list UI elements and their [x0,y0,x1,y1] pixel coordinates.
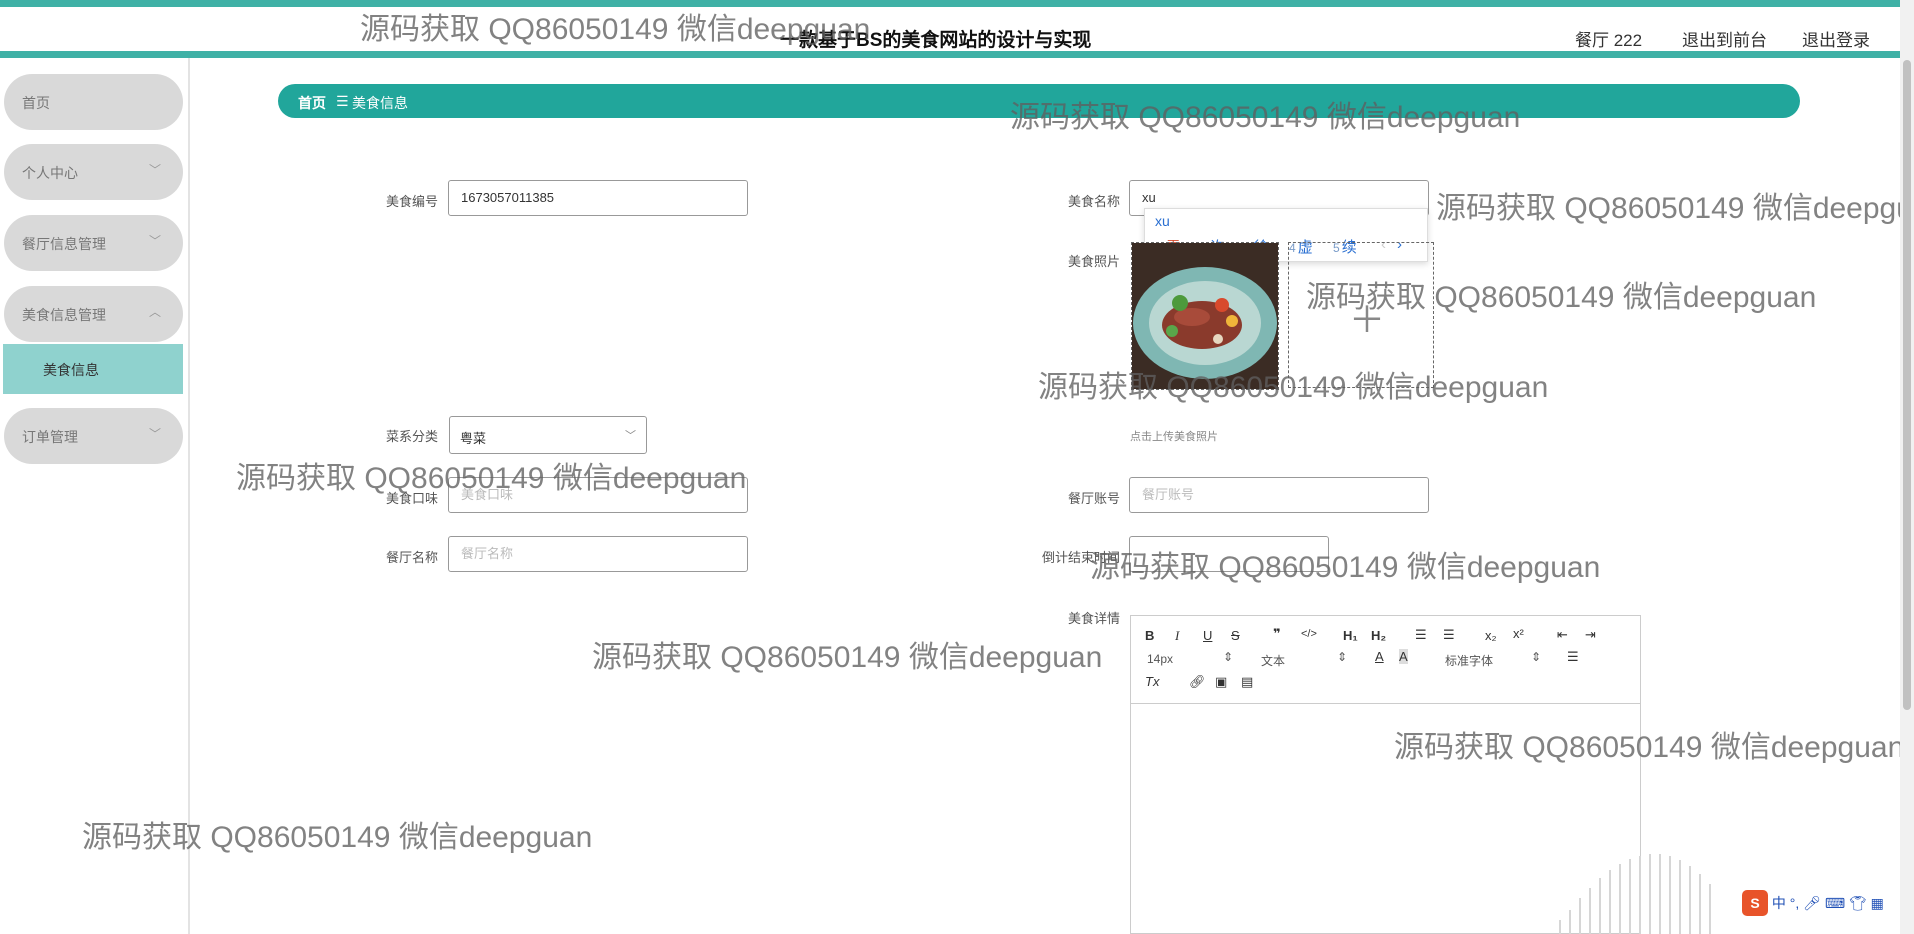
breadcrumb-current: 美食信息 [352,95,408,111]
code-icon[interactable]: </> [1301,628,1317,640]
sogou-logo-icon[interactable]: S [1742,890,1768,916]
font-family-select[interactable]: 标准字体 [1445,652,1493,669]
heading2-icon[interactable]: H₂ [1371,628,1386,643]
header: 一款基于BS的美食网站的设计与实现 餐厅 222 退出到前台 退出登录 [0,7,1914,51]
restaurant-name-input[interactable]: 餐厅名称 [448,536,748,572]
superscript-icon[interactable]: x² [1513,626,1524,641]
account-label: 餐厅账号 [1067,491,1120,506]
background-color-icon[interactable]: A [1399,649,1408,664]
heading1-icon[interactable]: H₁ [1343,628,1358,643]
restaurant-name-label: 餐厅名称 [385,550,438,565]
strikethrough-icon[interactable]: S [1231,628,1240,643]
scrollbar[interactable] [1900,0,1914,934]
chevron-updown-icon: ⇕ [1337,650,1348,664]
outdent-icon[interactable]: ⇤ [1557,627,1568,643]
watermark: 源码获取 QQ86050149 微信deepguan [1394,731,1905,764]
category-label: 菜系分类 [385,429,438,444]
sidebar-item-food[interactable]: 美食信息管理 ︿ [4,286,183,342]
scrollbar-thumb[interactable] [1903,60,1911,710]
watermark: 源码获取 QQ86050149 微信deepguan [1306,281,1817,314]
sidebar-subitem-label: 美食信息 [43,362,99,378]
underline-icon[interactable]: U [1203,628,1212,643]
sidebar-item-restaurant[interactable]: 餐厅信息管理 ﹀ [4,215,183,271]
sidebar-item-label: 订单管理 [22,429,78,445]
photo-label: 美食照片 [1067,254,1120,269]
breadcrumb-separator-icon: ☰ [336,93,349,109]
editor-toolbar: B I U S ❞ </> H₁ H₂ ☰ ☰ x₂ x² ⇤ ⇥ 14px ⇕… [1131,616,1640,704]
category-select[interactable]: 粤菜 ﹀ [449,416,647,454]
quote-icon[interactable]: ❞ [1273,626,1281,642]
bold-icon[interactable]: B [1145,628,1154,643]
current-user: 餐厅 222 [1575,31,1643,50]
punctuation-icon[interactable]: °, [1790,895,1800,911]
back-to-front-link[interactable]: 退出到前台 [1682,26,1767,51]
ime-composition: xu [1155,213,1170,229]
sidebar-item-label: 首页 [22,95,50,111]
microphone-icon[interactable]: 🎤︎ [1803,895,1821,911]
category-value: 粤菜 [460,431,487,446]
clear-format-icon[interactable]: Tx [1145,674,1159,689]
ordered-list-icon[interactable]: ☰ [1415,627,1427,643]
photo-upload-hint: 点击上传美食照片 [1130,431,1218,443]
text-color-icon[interactable]: A [1375,649,1384,664]
watermark: 源码获取 QQ86050149 微信deepguan [1010,101,1521,134]
chevron-down-icon: ﹀ [625,430,636,442]
code-input[interactable]: 1673057011385 [448,180,748,216]
sidebar-item-label: 个人中心 [22,165,78,181]
watermark: 源码获取 QQ86050149 微信deepguan [1038,371,1549,404]
subscript-icon[interactable]: x₂ [1485,628,1497,643]
account-input[interactable]: 餐厅账号 [1129,477,1429,513]
sidebar-item-label: 餐厅信息管理 [22,236,106,252]
font-size-select[interactable]: 14px [1147,652,1173,666]
sidebar-item-orders[interactable]: 订单管理 ﹀ [4,408,183,464]
ime-language[interactable]: 中 [1772,895,1786,911]
sidebar: 首页 个人中心 ﹀ 餐厅信息管理 ﹀ 美食信息管理 ︿ 美食信息 订单管理 ﹀ [0,58,190,934]
indent-icon[interactable]: ⇥ [1585,627,1596,643]
name-label: 美食名称 [1067,194,1120,209]
breadcrumb-home[interactable]: 首页 [298,93,326,113]
chevron-updown-icon: ⇕ [1223,650,1234,664]
chevron-updown-icon: ⇕ [1531,650,1542,664]
chevron-down-icon: ﹀ [148,163,161,177]
link-icon[interactable]: 🔗︎ [1189,674,1206,690]
watermark: 源码获取 QQ86050149 微信deepguan [236,462,747,495]
watermark: 源码获取 QQ86050149 微信deepguan [1090,551,1601,584]
bullet-list-icon[interactable]: ☰ [1443,627,1455,643]
code-label: 美食编号 [385,194,438,209]
chevron-down-icon: ﹀ [148,234,161,248]
watermark: 源码获取 QQ86050149 微信deepguan [360,13,871,46]
top-stripe [0,0,1914,7]
sidebar-item-personal[interactable]: 个人中心 ﹀ [4,144,183,200]
chevron-up-icon: ︿ [148,305,161,319]
format-select[interactable]: 文本 [1261,652,1285,669]
watermark: 源码获取 QQ86050149 微信deepguan [82,821,593,854]
ime-toolbar: S 中 °, 🎤︎ ⌨ 👕︎ ▦ [1742,890,1884,916]
image-icon[interactable]: ▣ [1215,674,1227,690]
skin-icon[interactable]: 👕︎ [1849,895,1867,911]
chevron-down-icon: ﹀ [148,427,161,441]
watermark: 源码获取 QQ86050149 微信deepguan [592,641,1103,674]
video-icon[interactable]: ▤ [1241,674,1253,690]
header-divider [0,51,1914,58]
sidebar-subitem-food-info[interactable]: 美食信息 [3,344,183,394]
watermark: 源码获取 QQ86050149 微信deepguan [1436,192,1914,225]
decorative-lines [1559,854,1711,934]
keyboard-icon[interactable]: ⌨ [1825,895,1845,911]
align-icon[interactable]: ☰ [1567,649,1579,665]
sidebar-item-label: 美食信息管理 [22,307,106,323]
italic-icon[interactable]: I [1175,628,1179,644]
detail-label: 美食详情 [1067,611,1120,626]
logout-link[interactable]: 退出登录 [1802,26,1870,51]
grid-icon[interactable]: ▦ [1871,895,1884,911]
sidebar-item-home[interactable]: 首页 [4,74,183,130]
